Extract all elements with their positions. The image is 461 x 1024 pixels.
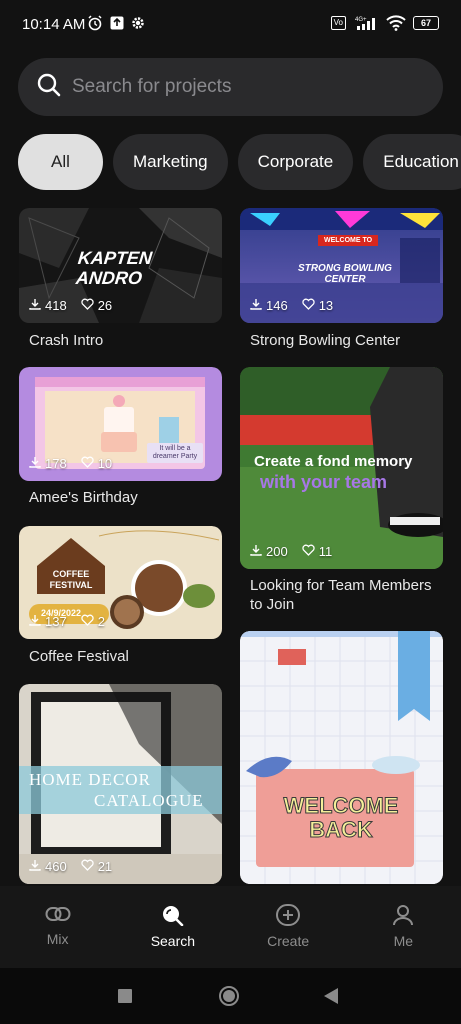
download-icon xyxy=(250,298,262,313)
back-icon[interactable] xyxy=(324,988,338,1009)
battery-indicator: 67 xyxy=(413,16,439,30)
card-title: Coffee Festival xyxy=(29,648,129,665)
card-thumbnail: Create a fond memory with your team 200 … xyxy=(240,367,443,569)
settings-gear-icon xyxy=(131,16,145,30)
svg-text:4G+: 4G+ xyxy=(355,17,367,23)
heart-icon xyxy=(81,859,94,874)
card-overlay-line2: with your team xyxy=(260,472,388,492)
card-stats: 200 11 xyxy=(250,544,332,559)
card-thumbnail: KAPTEN ANDRO 418 26 xyxy=(19,208,222,323)
bottom-navigation: Mix Search Create Me xyxy=(0,886,461,968)
link-icon xyxy=(45,904,71,927)
download-icon xyxy=(250,544,262,559)
alarm-icon xyxy=(87,15,103,31)
chip-corporate[interactable]: Corporate xyxy=(237,134,354,190)
download-icon xyxy=(29,614,41,629)
card-overlay-line2: FESTIVAL xyxy=(49,580,93,590)
status-bar: 10:14 AM Vo 4G+ 67 xyxy=(0,0,461,50)
like-count: 11 xyxy=(318,544,333,559)
plus-circle-icon xyxy=(275,904,301,929)
chip-all[interactable]: All xyxy=(18,134,103,190)
nav-label: Search xyxy=(150,933,196,949)
search-bar[interactable] xyxy=(18,58,443,116)
nav-create[interactable]: Create xyxy=(231,886,346,968)
recents-icon[interactable] xyxy=(118,989,132,1008)
home-icon[interactable] xyxy=(218,985,240,1012)
signal-icon: 4G+ xyxy=(353,15,379,31)
download-count: 178 xyxy=(45,456,67,471)
like-count: 26 xyxy=(97,298,113,313)
nav-mix[interactable]: Mix xyxy=(0,886,115,968)
card-stats: 418 26 xyxy=(29,298,112,313)
project-card-welcome-back[interactable]: WELCOME BACK xyxy=(240,631,443,884)
project-card-strong-bowling-center[interactable]: WELCOME TO STRONG BOWLING CENTER 146 13 … xyxy=(240,208,443,358)
project-card-crash-intro[interactable]: KAPTEN ANDRO 418 26 Crash Intro xyxy=(19,208,222,358)
card-stats: 137 2 xyxy=(29,614,105,629)
download-icon xyxy=(29,298,41,313)
card-overlay-text: STRONG BOWLING CENTER xyxy=(298,263,392,285)
nav-me[interactable]: Me xyxy=(346,886,461,968)
card-title: Strong Bowling Center xyxy=(250,332,401,349)
project-card-coffee-festival[interactable]: COFFEE FESTIVAL 24/9/2022 137 2 Coffee F… xyxy=(19,526,222,670)
card-thumbnail: It will be a dreamer Party 178 10 xyxy=(19,367,222,481)
card-overlay-line1: Create a fond memory xyxy=(254,453,413,470)
card-overlay-text: It will be a dreamer Party xyxy=(147,443,203,463)
project-card-looking-for-team-members[interactable]: Create a fond memory with your team 200 … xyxy=(240,367,443,617)
nav-search[interactable]: Search xyxy=(115,886,230,968)
download-icon xyxy=(29,859,41,874)
download-count: 146 xyxy=(266,298,288,313)
card-stats: 146 13 xyxy=(250,298,333,313)
card-thumbnail: WELCOME BACK xyxy=(240,631,443,884)
system-navigation-bar xyxy=(0,968,461,1024)
card-overlay-line2: CATALOGUE xyxy=(94,791,204,810)
card-overlay-text: KAPTEN ANDRO xyxy=(74,248,154,288)
card-overlay-line2: BACK xyxy=(309,817,374,843)
nav-label: Create xyxy=(267,933,310,949)
like-count: 21 xyxy=(97,859,113,874)
wifi-icon xyxy=(386,15,406,31)
upload-notification-icon xyxy=(110,16,124,30)
card-title-line1: Looking for Team Members xyxy=(250,577,432,594)
chip-education[interactable]: Education xyxy=(363,134,461,190)
person-icon xyxy=(392,904,414,929)
card-title: Amee's Birthday xyxy=(29,489,138,506)
download-icon xyxy=(29,456,41,471)
card-thumbnail: WELCOME TO STRONG BOWLING CENTER 146 13 xyxy=(240,208,443,323)
card-stats: 178 10 xyxy=(29,456,112,471)
nav-label: Mix xyxy=(46,931,69,947)
heart-icon xyxy=(81,298,94,313)
download-count: 137 xyxy=(45,614,67,629)
download-count: 418 xyxy=(45,298,67,313)
card-overlay-line1: COFFEE xyxy=(52,569,90,579)
card-thumbnail: COFFEE FESTIVAL 24/9/2022 137 2 xyxy=(19,526,222,639)
heart-icon xyxy=(302,298,315,313)
download-count: 460 xyxy=(45,859,67,874)
heart-icon xyxy=(302,544,315,559)
card-badge: WELCOME TO xyxy=(318,235,379,246)
like-count: 2 xyxy=(97,614,105,629)
card-title-line2: to Join xyxy=(250,596,295,613)
heart-icon xyxy=(81,456,94,471)
card-title: Crash Intro xyxy=(29,332,104,349)
like-count: 13 xyxy=(318,298,334,313)
heart-icon xyxy=(81,614,94,629)
search-icon xyxy=(161,904,185,929)
card-stats: 460 21 xyxy=(29,859,112,874)
card-thumbnail: HOME DECOR CATALOGUE 460 21 xyxy=(19,684,222,884)
chip-marketing[interactable]: Marketing xyxy=(113,134,228,190)
category-chips: All Marketing Corporate Education xyxy=(18,134,461,190)
card-overlay-line1: WELCOME xyxy=(283,793,399,819)
search-input[interactable] xyxy=(72,76,412,98)
search-icon xyxy=(36,72,62,103)
like-count: 10 xyxy=(97,456,113,471)
project-card-home-decor-catalogue[interactable]: HOME DECOR CATALOGUE 460 21 xyxy=(19,684,222,884)
status-time: 10:14 AM xyxy=(22,16,86,33)
nav-label: Me xyxy=(393,933,414,949)
card-overlay-line1: HOME DECOR xyxy=(29,770,151,789)
project-card-amees-birthday[interactable]: It will be a dreamer Party 178 10 Amee's… xyxy=(19,367,222,512)
volte-icon: Vo xyxy=(330,16,346,30)
download-count: 200 xyxy=(266,544,288,559)
